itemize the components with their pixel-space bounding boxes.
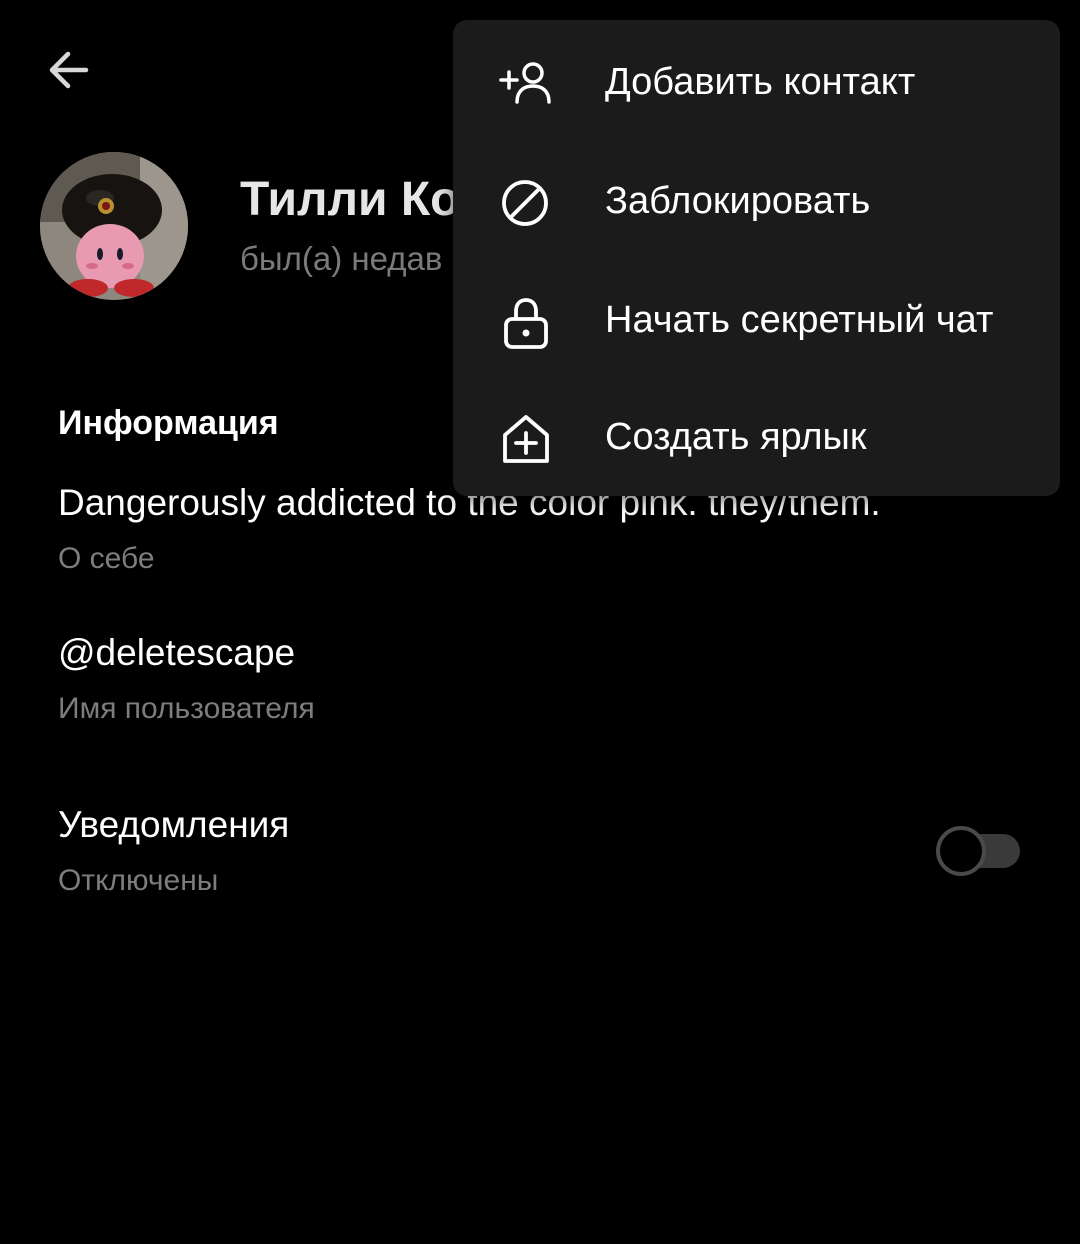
- menu-item-block[interactable]: Заблокировать: [453, 142, 1060, 260]
- menu-item-label: Заблокировать: [605, 180, 871, 222]
- profile-name: Тилли Ко: [240, 173, 460, 226]
- notifications-caption: Отключены: [58, 864, 219, 897]
- username-caption: Имя пользователя: [58, 692, 315, 725]
- toggle-thumb: [936, 826, 986, 876]
- notifications-label[interactable]: Уведомления: [58, 804, 289, 846]
- back-button[interactable]: [40, 42, 96, 98]
- menu-item-add-contact[interactable]: Добавить контакт: [453, 23, 1060, 141]
- overflow-menu: Добавить контакт Заблокировать Начать се…: [453, 20, 1060, 496]
- lock-icon: [504, 298, 548, 349]
- info-section-title: Информация: [58, 404, 279, 442]
- menu-item-label: Создать ярлык: [605, 416, 867, 458]
- username-text[interactable]: @deletescape: [58, 632, 295, 674]
- avatar-photo: [40, 152, 188, 300]
- block-icon: [502, 180, 548, 226]
- menu-item-create-shortcut[interactable]: Создать ярлык: [453, 378, 1060, 496]
- menu-item-label: Начать секретный чат: [605, 299, 994, 341]
- menu-item-label: Добавить контакт: [605, 61, 916, 103]
- notifications-toggle[interactable]: [936, 826, 1022, 876]
- menu-item-secret-chat[interactable]: Начать секретный чат: [453, 261, 1060, 379]
- profile-status: был(а) недав: [240, 240, 443, 277]
- arrow-left-icon: [49, 51, 89, 89]
- add-home-icon: [503, 415, 549, 463]
- bio-caption: О себе: [58, 542, 155, 575]
- avatar[interactable]: [40, 152, 188, 300]
- add-person-icon: [499, 62, 551, 104]
